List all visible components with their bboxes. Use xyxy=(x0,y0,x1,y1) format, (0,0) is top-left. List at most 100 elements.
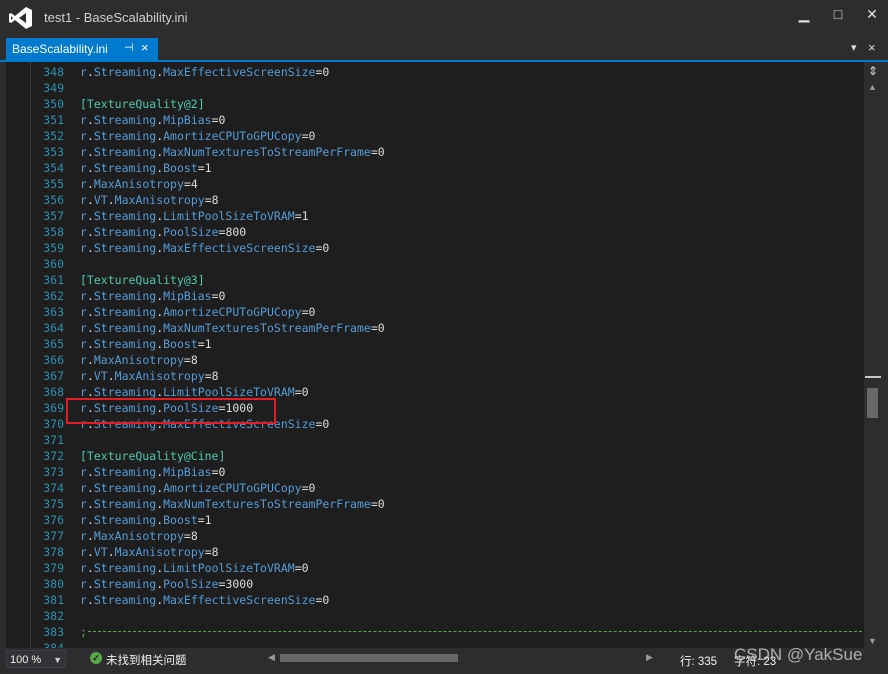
zoom-dropdown[interactable]: 100 % ▼ xyxy=(6,650,66,668)
code-line[interactable]: 376 r.Streaming.Boost=1 xyxy=(6,512,864,528)
code-line[interactable]: 361 [TextureQuality@3] xyxy=(6,272,864,288)
tab-list-dropdown-icon[interactable]: ▾ xyxy=(851,41,857,54)
token: r xyxy=(80,561,87,575)
token: r xyxy=(80,209,87,223)
token: MaxNumTexturesToStreamPerFrame xyxy=(163,145,371,159)
line-number: 367 xyxy=(43,369,64,383)
token: Streaming xyxy=(93,161,157,175)
token: Streaming xyxy=(93,113,157,127)
token: MaxEffectiveScreenSize xyxy=(163,241,316,255)
code-line[interactable]: 351 r.Streaming.MipBias=0 xyxy=(6,112,864,128)
code-line[interactable]: 371 xyxy=(6,432,864,448)
token: . xyxy=(107,545,115,559)
token: r xyxy=(80,225,87,239)
token: Streaming xyxy=(93,337,157,351)
code-line[interactable]: 353 r.Streaming.MaxNumTexturesToStreamPer… xyxy=(6,144,864,160)
line-number: 379 xyxy=(43,561,64,575)
code-line[interactable]: 374 r.Streaming.AmortizeCPUToGPUCopy=0 xyxy=(6,480,864,496)
code-line[interactable]: 381 r.Streaming.MaxEffectiveScreenSize=0 xyxy=(6,592,864,608)
token: MaxNumTexturesToStreamPerFrame xyxy=(163,321,371,335)
line-number: 359 xyxy=(43,241,64,255)
token: . xyxy=(86,321,94,335)
issues-status[interactable]: 未找到相关问题 xyxy=(106,652,187,668)
token: =0 xyxy=(315,241,330,255)
code-line[interactable]: 349 xyxy=(6,80,864,96)
token: . xyxy=(86,65,94,79)
token: r xyxy=(80,177,87,191)
token: MipBias xyxy=(163,113,212,127)
code-line[interactable]: 366 r.MaxAnisotropy=8 xyxy=(6,352,864,368)
close-window-button[interactable]: ✕ xyxy=(858,4,886,24)
pin-icon[interactable]: ⊣ xyxy=(124,41,134,54)
token: . xyxy=(86,145,94,159)
line-text: [TextureQuality@Cine] xyxy=(80,448,225,464)
token: . xyxy=(107,193,115,207)
code-line[interactable]: 355 r.MaxAnisotropy=4 xyxy=(6,176,864,192)
code-area[interactable]: 348 r.Streaming.MaxEffectiveScreenSize=0 3… xyxy=(6,64,864,648)
minimize-button[interactable]: ▁ xyxy=(790,4,818,24)
code-line[interactable]: 363 r.Streaming.AmortizeCPUToGPUCopy=0 xyxy=(6,304,864,320)
line-text: r.Streaming.MipBias=0 xyxy=(80,288,225,304)
code-line[interactable]: 367 r.VT.MaxAnisotropy=8 xyxy=(6,368,864,384)
scroll-right-icon[interactable]: ▶ xyxy=(646,652,653,663)
code-line[interactable]: 352 r.Streaming.AmortizeCPUToGPUCopy=0 xyxy=(6,128,864,144)
code-line[interactable]: 350 [TextureQuality@2] xyxy=(6,96,864,112)
horizontal-scroll-thumb[interactable] xyxy=(280,654,458,662)
code-line[interactable]: 356 r.VT.MaxAnisotropy=8 xyxy=(6,192,864,208)
code-line[interactable]: 365 r.Streaming.Boost=1 xyxy=(6,336,864,352)
code-line[interactable]: 380 r.Streaming.PoolSize=3000 xyxy=(6,576,864,592)
vertical-scroll-thumb[interactable] xyxy=(867,388,878,418)
line-number: 362 xyxy=(43,289,64,303)
code-line[interactable]: 348 r.Streaming.MaxEffectiveScreenSize=0 xyxy=(6,64,864,80)
token: LimitPoolSizeToVRAM xyxy=(163,209,295,223)
scroll-down-icon[interactable]: ▼ xyxy=(868,636,877,646)
code-line[interactable]: 378 r.VT.MaxAnisotropy=8 xyxy=(6,544,864,560)
chevron-down-icon: ▼ xyxy=(53,655,62,665)
code-line[interactable]: 372 [TextureQuality@Cine] xyxy=(6,448,864,464)
token: r xyxy=(80,497,87,511)
token: =0 xyxy=(294,385,309,399)
line-text: r.Streaming.MaxNumTexturesToStreamPerFra… xyxy=(80,320,385,336)
horizontal-scrollbar[interactable]: ◀ ▶ xyxy=(268,652,654,664)
line-number: 350 xyxy=(43,97,64,111)
code-line[interactable]: 354 r.Streaming.Boost=1 xyxy=(6,160,864,176)
token: MipBias xyxy=(163,465,212,479)
tab-close-icon[interactable]: × xyxy=(141,40,149,55)
tab-label: BaseScalability.ini xyxy=(12,42,108,56)
code-line[interactable]: 364 r.Streaming.MaxNumTexturesToStreamPer… xyxy=(6,320,864,336)
code-line[interactable]: 379 r.Streaming.LimitPoolSizeToVRAM=0 xyxy=(6,560,864,576)
line-number: 373 xyxy=(43,465,64,479)
visual-studio-logo-icon xyxy=(9,7,32,29)
code-editor[interactable]: 348 r.Streaming.MaxEffectiveScreenSize=0 3… xyxy=(6,62,864,648)
line-text: r.Streaming.AmortizeCPUToGPUCopy=0 xyxy=(80,304,315,320)
maximize-button[interactable]: □ xyxy=(824,4,852,24)
tab-basescalability-ini[interactable]: BaseScalability.ini ⊣ × xyxy=(6,38,158,60)
token: LimitPoolSizeToVRAM xyxy=(163,561,295,575)
close-document-icon[interactable]: × xyxy=(868,40,876,55)
scroll-up-icon[interactable]: ▲ xyxy=(868,82,877,92)
code-line[interactable]: 382 xyxy=(6,608,864,624)
code-line[interactable]: 360 xyxy=(6,256,864,272)
token: PoolSize xyxy=(163,577,219,591)
token: MaxAnisotropy xyxy=(93,529,184,543)
split-editor-icon[interactable]: ⇕ xyxy=(864,64,882,78)
code-line[interactable]: 362 r.Streaming.MipBias=0 xyxy=(6,288,864,304)
token: =3000 xyxy=(218,577,254,591)
code-line[interactable]: 358 r.Streaming.PoolSize=800 xyxy=(6,224,864,240)
code-line[interactable]: 377 r.MaxAnisotropy=8 xyxy=(6,528,864,544)
token: Streaming xyxy=(93,225,157,239)
vertical-scrollbar[interactable]: ⇕ ▲ ▼ xyxy=(864,62,882,648)
code-line[interactable]: 373 r.Streaming.MipBias=0 xyxy=(6,464,864,480)
code-line[interactable]: 359 r.Streaming.MaxEffectiveScreenSize=0 xyxy=(6,240,864,256)
token: r xyxy=(80,529,87,543)
token: r xyxy=(80,305,87,319)
token: =8 xyxy=(204,545,219,559)
code-line[interactable]: 383; xyxy=(6,624,864,640)
token: . xyxy=(86,497,94,511)
token: =800 xyxy=(218,225,247,239)
code-line[interactable]: 357 r.Streaming.LimitPoolSizeToVRAM=1 xyxy=(6,208,864,224)
token: =0 xyxy=(301,305,316,319)
code-line[interactable]: 375 r.Streaming.MaxNumTexturesToStreamPer… xyxy=(6,496,864,512)
scroll-left-icon[interactable]: ◀ xyxy=(268,652,275,663)
line-number: 361 xyxy=(43,273,64,287)
